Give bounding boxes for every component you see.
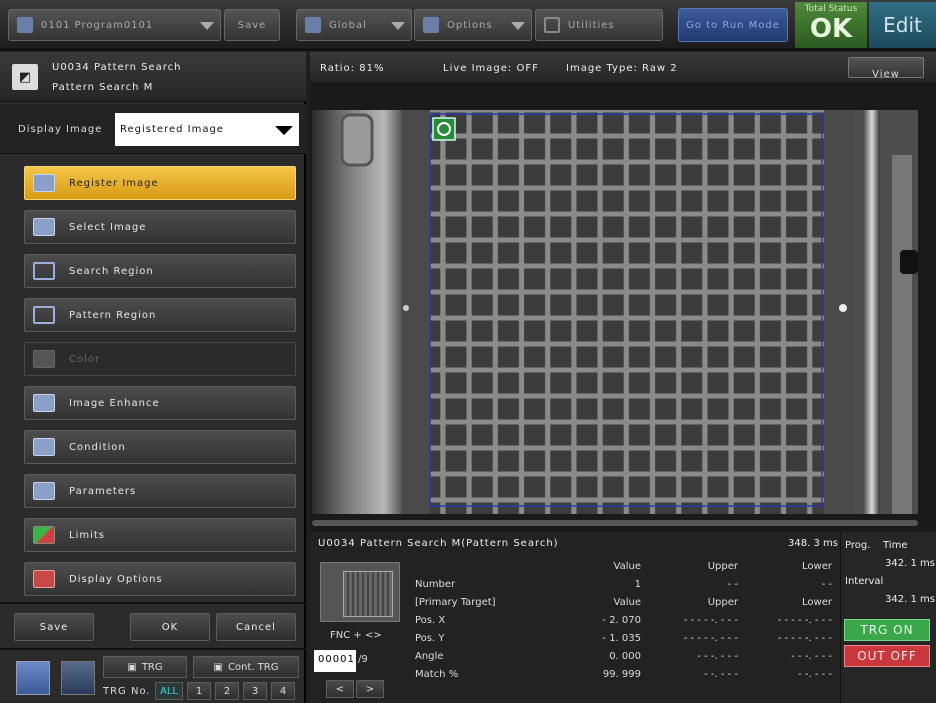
program-time: 342. 1 ms <box>885 558 935 569</box>
options-icon <box>423 17 439 33</box>
chevron-down-icon <box>391 22 405 30</box>
table-row: Angle 0. 000 - - -. - - - - - -. - - - <box>415 651 832 662</box>
results-panel: U0034 Pattern Search M(Pattern Search) 3… <box>310 532 936 703</box>
chevron-down-icon <box>200 22 214 30</box>
table-row: [Primary Target] Value Upper Lower <box>415 597 832 608</box>
trg-on-indicator: TRG ON <box>844 619 930 641</box>
pattern-search-tool-icon: ◩ <box>12 64 38 90</box>
register-image-icon <box>33 174 55 192</box>
continuous-trigger-icon: ▣ <box>213 661 223 673</box>
save-button[interactable]: Save <box>14 613 94 641</box>
image-counter-total: /9 <box>358 654 368 665</box>
view-button[interactable]: View <box>848 57 924 80</box>
parameters-button[interactable]: Parameters <box>24 474 296 508</box>
tool-id: U0034 Pattern Search <box>52 62 182 73</box>
utilities-menu-button[interactable]: Utilities <box>535 9 663 41</box>
search-region-icon <box>33 262 55 280</box>
result-thumbnail[interactable] <box>320 562 400 622</box>
display-image-row: Display Image Registered Image <box>0 104 306 154</box>
condition-button[interactable]: Condition <box>24 430 296 464</box>
chevron-down-icon <box>275 126 293 135</box>
options-menu-button[interactable]: Options <box>414 9 532 41</box>
prev-image-button[interactable]: < <box>326 680 354 698</box>
program-icon <box>17 17 33 33</box>
limits-button[interactable]: Limits <box>24 518 296 552</box>
image-type-readout: Image Type: Raw 2 <box>566 63 678 74</box>
trg-no-label: TRG No. <box>103 686 151 697</box>
ok-ng-icon <box>33 526 55 544</box>
display-options-icon <box>33 570 55 588</box>
image-counter-input[interactable]: 00001 <box>314 650 356 672</box>
image-panel: Ratio: 81% Live Image: OFF Image Type: R… <box>310 52 936 703</box>
display-options-button[interactable]: Display Options <box>24 562 296 596</box>
pattern-region-icon <box>33 306 55 324</box>
trg-no-4-button[interactable]: 4 <box>271 682 295 700</box>
select-image-button[interactable]: Select Image <box>24 210 296 244</box>
edit-mode-button[interactable]: Edit <box>869 2 936 48</box>
timing-panel: Prog. Time 342. 1 ms Interval 342. 1 ms … <box>840 532 936 703</box>
tools-icon <box>544 17 560 33</box>
chevron-down-icon <box>511 22 525 30</box>
left-panel: ◩ U0034 Pattern Search Pattern Search M … <box>0 52 306 703</box>
select-image-icon <box>33 218 55 236</box>
ratio-readout: Ratio: 81% <box>320 63 385 74</box>
table-row: Number 1 - - - - <box>415 579 832 590</box>
next-image-button[interactable]: > <box>356 680 384 698</box>
cancel-button[interactable]: Cancel <box>216 613 296 641</box>
pattern-region-button[interactable]: Pattern Region <box>24 298 296 332</box>
trg-no-3-button[interactable]: 3 <box>243 682 267 700</box>
status-badge: OK <box>809 14 853 44</box>
image-info-bar: Ratio: 81% Live Image: OFF Image Type: R… <box>310 52 936 82</box>
tool-time: 348. 3 ms <box>788 538 838 549</box>
total-status: Total Status OK <box>795 2 867 48</box>
cont-trg-button[interactable]: ▣ Cont. TRG <box>193 656 299 678</box>
live-image-readout: Live Image: OFF <box>443 63 539 74</box>
touch-mode-icon[interactable] <box>16 661 50 695</box>
camera-image-canvas <box>312 110 918 514</box>
gear-icon <box>305 17 321 33</box>
image-scrollbar[interactable] <box>312 520 918 526</box>
trg-no-2-button[interactable]: 2 <box>215 682 239 700</box>
fnc-label: FNC + <> <box>330 630 382 641</box>
table-row: Match % 99. 999 - -. - - - - -. - - - <box>415 669 832 680</box>
divider <box>0 648 306 650</box>
program-selector[interactable]: 0101 Program0101 <box>8 9 221 41</box>
ok-button[interactable]: OK <box>130 613 210 641</box>
trigger-icon: ▣ <box>127 661 137 673</box>
search-region-button[interactable]: Search Region <box>24 254 296 288</box>
condition-icon <box>33 438 55 456</box>
display-image-select[interactable]: Registered Image <box>115 113 299 146</box>
program-name: 0101 Program0101 <box>41 19 154 31</box>
global-menu-button[interactable]: Global <box>296 9 412 41</box>
table-row: Pos. Y - 1. 035 - - - - -. - - - - - - -… <box>415 633 832 644</box>
interval-time: 342. 1 ms <box>885 594 935 605</box>
color-picker-icon <box>33 350 55 368</box>
parameters-icon <box>33 482 55 500</box>
trg-no-1-button[interactable]: 1 <box>187 682 211 700</box>
trg-all-button[interactable]: ALL <box>155 682 183 700</box>
tool-header: ◩ U0034 Pattern Search Pattern Search M <box>0 52 306 102</box>
program-save-button[interactable]: Save <box>224 9 280 41</box>
top-toolbar: 0101 Program0101 Save Global Options Uti… <box>0 0 936 50</box>
tool-name: Pattern Search M <box>52 82 154 93</box>
image-enhance-icon <box>33 394 55 412</box>
results-header-row: Value Upper Lower <box>613 561 832 572</box>
pattern-match-marker <box>432 117 456 141</box>
table-row: Pos. X - 2. 070 - - - - -. - - - - - - -… <box>415 615 832 626</box>
divider <box>0 602 306 604</box>
camera-image[interactable] <box>312 110 918 514</box>
image-view-icon[interactable] <box>61 661 95 695</box>
image-enhance-button[interactable]: Image Enhance <box>24 386 296 420</box>
out-off-indicator: OUT OFF <box>844 645 930 667</box>
register-image-button[interactable]: Register Image <box>24 166 296 200</box>
trg-button[interactable]: ▣ TRG <box>103 656 187 678</box>
go-to-run-mode-button[interactable]: Go to Run Mode <box>678 8 788 42</box>
results-title: U0034 Pattern Search M(Pattern Search) <box>318 538 559 549</box>
display-image-label: Display Image <box>18 124 103 135</box>
color-button[interactable]: Color <box>24 342 296 376</box>
